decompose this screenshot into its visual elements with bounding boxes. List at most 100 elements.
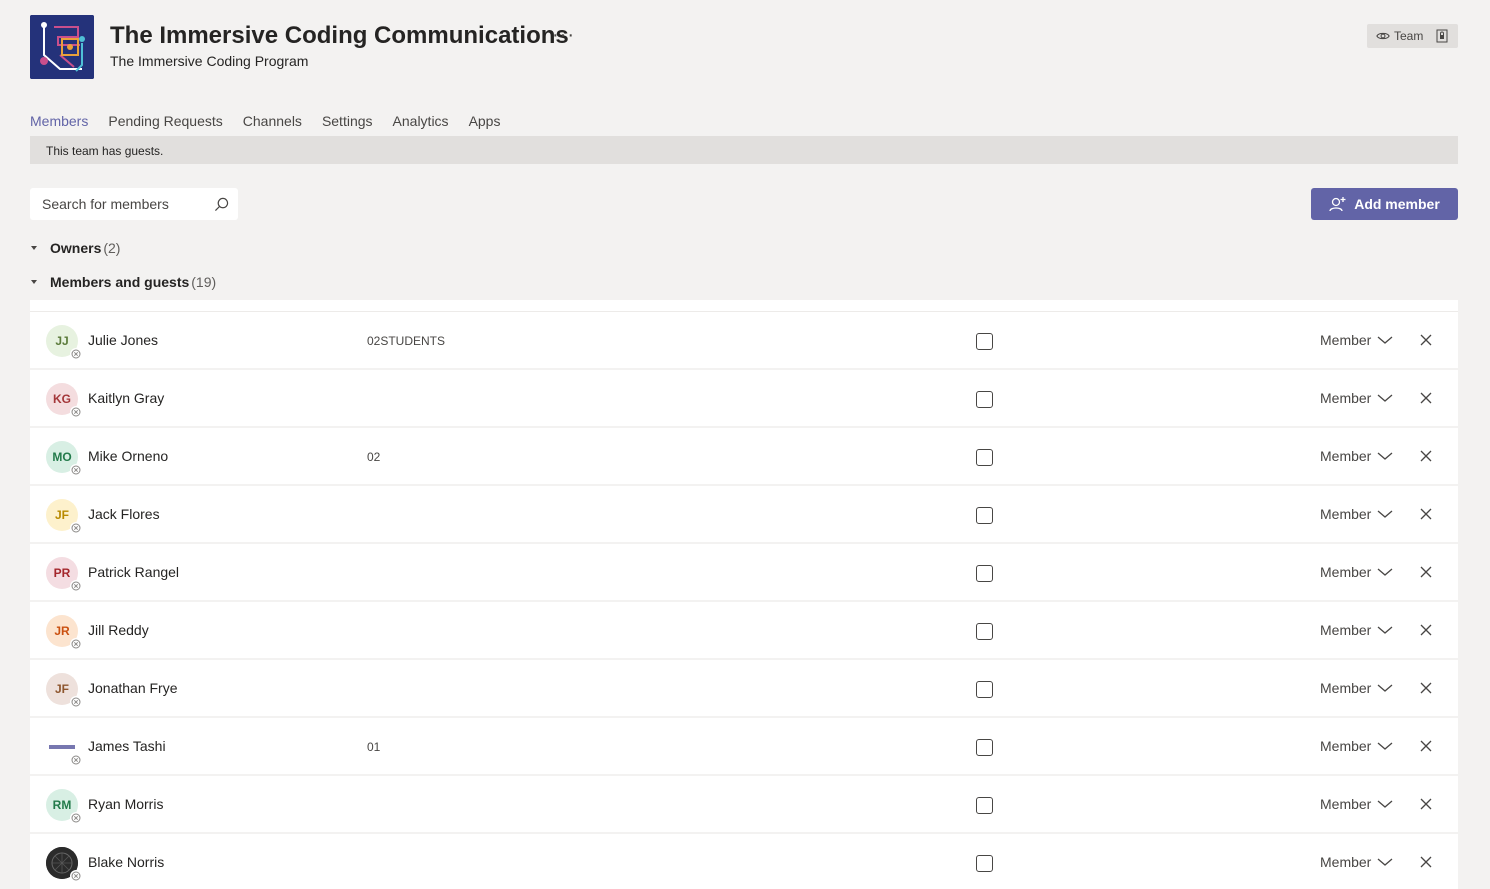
avatar-initials: KG	[53, 392, 71, 406]
team-logo	[30, 15, 94, 79]
role-label: Member	[1320, 680, 1372, 696]
close-icon[interactable]	[1420, 856, 1432, 868]
role-dropdown[interactable]: Member	[1320, 448, 1393, 464]
table-row: JJ Julie Jones 02STUDENTS Member	[30, 312, 1458, 370]
role-dropdown[interactable]: Member	[1320, 332, 1393, 348]
member-name: Patrick Rangel	[88, 564, 180, 580]
add-member-button[interactable]: Add member	[1311, 188, 1458, 220]
avatar[interactable]: KG	[46, 383, 82, 418]
close-icon[interactable]	[1420, 450, 1432, 462]
role-dropdown[interactable]: Member	[1320, 622, 1393, 638]
tab-settings[interactable]: Settings	[322, 111, 373, 135]
presence-unknown-icon	[70, 464, 82, 476]
avatar[interactable]: MO	[46, 441, 82, 476]
tab-apps[interactable]: Apps	[469, 111, 501, 135]
close-icon[interactable]	[1420, 624, 1432, 636]
avatar[interactable]: JR	[46, 615, 82, 650]
members-section-toggle[interactable]: Members and guests (19)	[30, 274, 216, 290]
member-name: Kaitlyn Gray	[88, 390, 165, 406]
close-icon[interactable]	[1420, 392, 1432, 404]
member-name: Mike Orneno	[88, 448, 169, 464]
members-title: Members and guests	[50, 274, 190, 290]
chevron-down-icon	[1377, 626, 1393, 634]
presence-unknown-icon	[70, 638, 82, 650]
table-row: RM Ryan Morris Member	[30, 776, 1458, 834]
owners-section-toggle[interactable]: Owners (2)	[30, 240, 120, 256]
close-icon[interactable]	[1420, 566, 1432, 578]
avatar[interactable]: RM	[46, 789, 82, 824]
presence-unknown-icon	[70, 870, 82, 882]
chevron-down-icon	[1377, 568, 1393, 576]
table-row: KG Kaitlyn Gray Member	[30, 370, 1458, 428]
avatar[interactable]: JF	[46, 499, 82, 534]
tab-bar: Members Pending Requests Channels Settin…	[30, 111, 520, 139]
tab-pending-requests[interactable]: Pending Requests	[108, 111, 222, 135]
role-dropdown[interactable]: Member	[1320, 564, 1393, 580]
close-icon[interactable]	[1420, 508, 1432, 520]
guests-banner: This team has guests.	[30, 136, 1458, 164]
role-dropdown[interactable]: Member	[1320, 506, 1393, 522]
role-dropdown[interactable]: Member	[1320, 854, 1393, 870]
team-type-badge: Team	[1367, 24, 1458, 48]
avatar-initials: JR	[54, 624, 70, 638]
member-checkbox[interactable]	[976, 623, 993, 640]
member-name: Blake Norris	[88, 854, 165, 870]
member-name: Julie Jones	[88, 332, 159, 348]
search-input[interactable]	[42, 196, 202, 212]
member-checkbox[interactable]	[976, 855, 993, 872]
member-checkbox[interactable]	[976, 565, 993, 582]
tab-members[interactable]: Members	[30, 111, 89, 139]
close-icon[interactable]	[1420, 798, 1432, 810]
member-name: Jonathan Frye	[88, 680, 178, 696]
role-dropdown[interactable]: Member	[1320, 390, 1393, 406]
member-checkbox[interactable]	[976, 797, 993, 814]
team-name: The Immersive Coding Communications	[110, 22, 569, 49]
member-checkbox[interactable]	[976, 449, 993, 466]
members-table: JJ Julie Jones 02STUDENTS Member KG Kait…	[30, 300, 1458, 889]
close-icon[interactable]	[1420, 334, 1432, 346]
chevron-down-icon	[1377, 452, 1393, 460]
avatar-initials: RM	[52, 798, 72, 812]
table-row: Blake Norris Member	[30, 834, 1458, 889]
tab-channels[interactable]: Channels	[243, 111, 302, 135]
avatar[interactable]	[46, 731, 82, 766]
member-checkbox[interactable]	[976, 739, 993, 756]
table-row: MO Mike Orneno 02 Member	[30, 428, 1458, 486]
chevron-down-icon	[1377, 336, 1393, 344]
close-icon[interactable]	[1420, 740, 1432, 752]
table-row: JF Jonathan Frye Member	[30, 660, 1458, 718]
role-label: Member	[1320, 390, 1372, 406]
search-icon[interactable]	[214, 197, 229, 212]
presence-unknown-icon	[70, 348, 82, 360]
role-label: Member	[1320, 506, 1372, 522]
chevron-down-icon	[1377, 858, 1393, 866]
avatar[interactable]	[46, 847, 82, 882]
chevron-down-icon	[1377, 684, 1393, 692]
member-tag: 02STUDENTS	[367, 334, 446, 348]
presence-unknown-icon	[70, 406, 82, 418]
role-dropdown[interactable]: Member	[1320, 796, 1393, 812]
presence-unknown-icon	[70, 754, 82, 766]
member-search	[30, 188, 238, 220]
close-icon[interactable]	[1420, 682, 1432, 694]
member-checkbox[interactable]	[976, 681, 993, 698]
member-name: Jack Flores	[88, 506, 160, 522]
more-options-icon[interactable]: ···	[552, 25, 575, 45]
member-checkbox[interactable]	[976, 507, 993, 524]
avatar-initials: JJ	[55, 334, 69, 348]
role-dropdown[interactable]: Member	[1320, 738, 1393, 754]
eye-icon	[1376, 32, 1390, 40]
member-name: Jill Reddy	[88, 622, 149, 638]
tab-analytics[interactable]: Analytics	[393, 111, 449, 135]
table-row: JR Jill Reddy Member	[30, 602, 1458, 660]
avatar[interactable]: JF	[46, 673, 82, 708]
role-dropdown[interactable]: Member	[1320, 680, 1393, 696]
member-checkbox[interactable]	[976, 391, 993, 408]
member-tag: 01	[367, 740, 381, 754]
role-label: Member	[1320, 854, 1372, 870]
table-row: PR Patrick Rangel Member	[30, 544, 1458, 602]
avatar[interactable]: PR	[46, 557, 82, 592]
member-checkbox[interactable]	[976, 333, 993, 350]
table-row: James Tashi 01 Member	[30, 718, 1458, 776]
avatar[interactable]: JJ	[46, 325, 82, 360]
